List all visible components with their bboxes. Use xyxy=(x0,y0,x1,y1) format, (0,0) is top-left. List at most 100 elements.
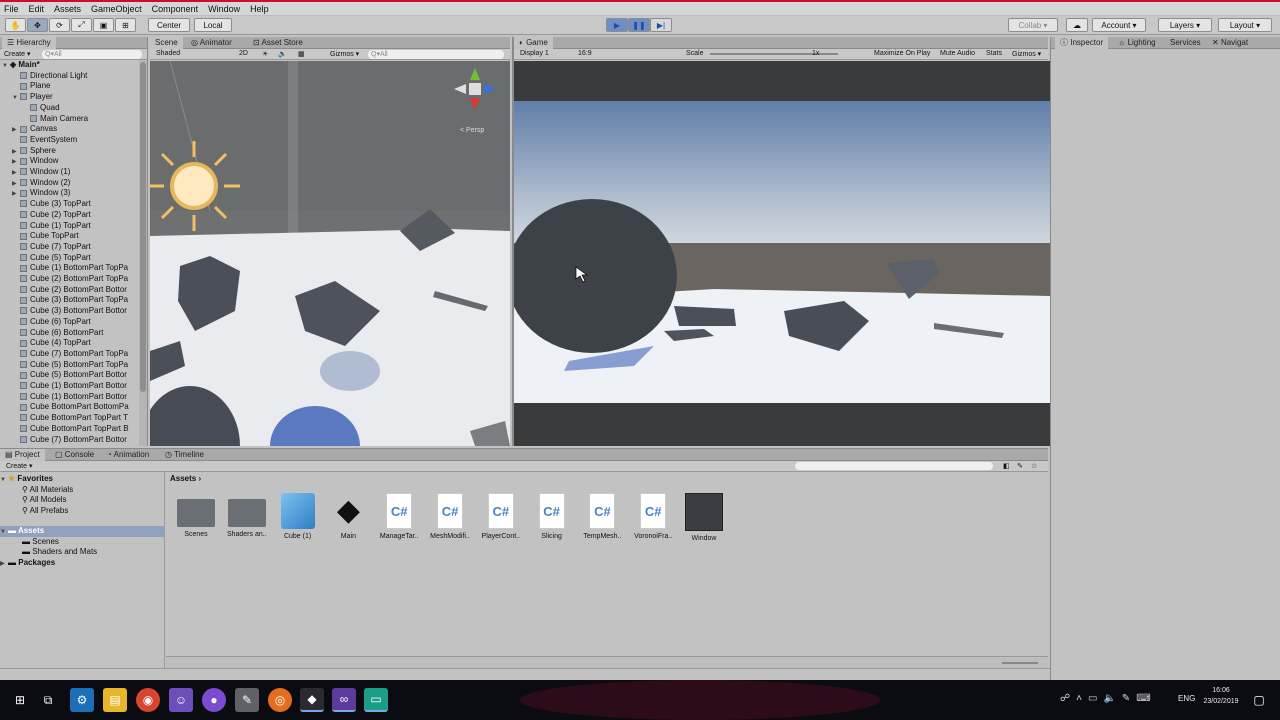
asset-item-unity[interactable]: ◆ Main xyxy=(324,493,372,540)
hierarchy-item[interactable]: Cube TopPart xyxy=(12,231,140,242)
taskbar-app-explorer[interactable]: ▤ xyxy=(103,688,127,712)
scene-viewport[interactable]: < Persp xyxy=(150,61,510,446)
menu-help[interactable]: Help xyxy=(250,4,269,14)
taskbar-app-media[interactable]: ● xyxy=(202,688,226,712)
hierarchy-item[interactable]: Cube (5) BottomPart Bottor xyxy=(12,370,140,381)
asset-item-cube[interactable]: Cube (1) xyxy=(274,493,322,540)
maximize-on-play-toggle[interactable]: Maximize On Play xyxy=(874,50,930,57)
task-view-button[interactable]: ⧉ xyxy=(36,688,60,712)
game-viewport[interactable] xyxy=(514,61,1050,446)
chevron-up-icon[interactable]: ˄ xyxy=(1076,693,1088,704)
hierarchy-item[interactable]: Cube (5) TopPart xyxy=(12,253,140,264)
menu-gameobject[interactable]: GameObject xyxy=(91,4,142,14)
hierarchy-item[interactable]: Cube (6) TopPart xyxy=(12,317,140,328)
asset-item-cs[interactable]: C# MeshModifi.. xyxy=(426,493,474,540)
tab-inspector[interactable]: ⓘ Inspector xyxy=(1055,37,1109,49)
volume-icon[interactable]: 🔈 xyxy=(1103,693,1121,704)
taskbar-app-notes[interactable]: ✎ xyxy=(235,688,259,712)
hierarchy-item[interactable]: ▶ Window (2) xyxy=(12,178,140,189)
hierarchy-item[interactable]: Cube (1) BottomPart Bottor xyxy=(12,381,140,392)
asset-item-cs[interactable]: C# ManageTar.. xyxy=(375,493,423,540)
hierarchy-item[interactable]: ▶ Window (3) xyxy=(12,188,140,199)
taskbar-app-unity[interactable]: ◆ xyxy=(300,688,324,712)
hierarchy-item[interactable]: Cube (2) TopPart xyxy=(12,210,140,221)
hierarchy-item[interactable]: Quad xyxy=(22,103,140,114)
people-icon[interactable]: ☍ xyxy=(1060,693,1076,704)
hierarchy-item[interactable]: Cube (6) BottomPart xyxy=(12,328,140,339)
taskbar-app-origin[interactable]: ◎ xyxy=(268,688,292,712)
tab-lighting[interactable]: ☼ Lighting xyxy=(1113,37,1161,49)
hierarchy-item[interactable]: Main Camera xyxy=(22,114,140,125)
hierarchy-item[interactable]: Cube (1) BottomPart TopPa xyxy=(12,263,140,274)
layout-dropdown[interactable]: Layout ▾ xyxy=(1218,18,1272,32)
hierarchy-search-input[interactable]: Q▾All xyxy=(42,50,142,59)
tab-navigation[interactable]: ✕ Navigat xyxy=(1207,37,1253,49)
hierarchy-item[interactable]: Plane xyxy=(12,81,140,92)
aspect-dropdown[interactable]: 16:9 xyxy=(578,50,592,57)
move-tool-button[interactable]: ✥ xyxy=(27,18,48,32)
hierarchy-item[interactable]: Cube (1) TopPart xyxy=(12,221,140,232)
tab-services[interactable]: Services xyxy=(1165,37,1206,49)
menu-file[interactable]: File xyxy=(4,4,19,14)
menu-assets[interactable]: Assets xyxy=(54,4,81,14)
hierarchy-item[interactable]: ▶ Window xyxy=(12,156,140,167)
hierarchy-item[interactable]: ▶ Canvas xyxy=(12,124,140,135)
hierarchy-item[interactable]: ▶ Window (1) xyxy=(12,167,140,178)
shading-mode-dropdown[interactable]: Shaded xyxy=(156,50,180,57)
hierarchy-create-button[interactable]: Create ▾ xyxy=(4,50,30,58)
hand-tool-button[interactable]: ✋ xyxy=(5,18,26,32)
audio-toggle-icon[interactable]: 🔈 xyxy=(278,50,287,58)
hierarchy-item[interactable]: Cube (2) BottomPart TopPa xyxy=(12,274,140,285)
menu-window[interactable]: Window xyxy=(208,4,240,14)
cloud-button[interactable]: ☁ xyxy=(1066,18,1088,32)
fav-all-prefabs[interactable]: ⚲ All Prefabs xyxy=(22,506,157,517)
packages-folder-item[interactable]: ▶ ▬ Packages xyxy=(0,558,135,569)
taskbar-app-chrome[interactable]: ◉ xyxy=(136,688,160,712)
stats-toggle[interactable]: Stats xyxy=(986,50,1002,57)
pen-icon[interactable]: ✎ xyxy=(1122,693,1136,704)
hierarchy-item[interactable]: Cube BottomPart TopPart B xyxy=(12,424,140,435)
folder-shaders[interactable]: ▬ Shaders and Mats xyxy=(22,547,157,558)
tab-animator[interactable]: ◎ Animator xyxy=(186,37,237,49)
scene-search-input[interactable]: Q▾All xyxy=(368,50,504,59)
notifications-button[interactable]: ▢ xyxy=(1250,688,1268,712)
hierarchy-item[interactable]: Directional Light xyxy=(12,71,140,82)
pivot-local-button[interactable]: Local xyxy=(194,18,232,32)
hierarchy-item[interactable]: Cube (3) BottomPart TopPa xyxy=(12,295,140,306)
asset-item-cs[interactable]: C# PlayerCont.. xyxy=(477,493,525,540)
transform-tool-button[interactable]: ⊞ xyxy=(115,18,136,32)
hierarchy-item[interactable]: Cube BottomPart TopPart T xyxy=(12,413,140,424)
breadcrumb-assets[interactable]: Assets xyxy=(170,474,196,483)
keyboard-icon[interactable]: ⌨ xyxy=(1136,693,1156,704)
expand-arrow-icon[interactable]: ▶ xyxy=(12,168,20,178)
hierarchy-item[interactable]: Cube BottomPart BottomPa xyxy=(12,402,140,413)
hierarchy-item[interactable]: EventSystem xyxy=(12,135,140,146)
scene-root-item[interactable]: ▼ ◈ Main* xyxy=(2,60,137,71)
hierarchy-scrollbar[interactable] xyxy=(139,60,147,446)
tab-hierarchy[interactable]: ☰ Hierarchy xyxy=(2,37,56,49)
tab-asset-store[interactable]: ⊡ Asset Store xyxy=(248,37,308,49)
filter-type-icon[interactable]: ◧ xyxy=(1003,462,1010,470)
scale-tool-button[interactable]: ⤢ xyxy=(71,18,92,32)
expand-arrow-icon[interactable]: ▶ xyxy=(12,125,20,135)
scene-orientation-gizmo[interactable]: < Persp xyxy=(448,66,506,136)
expand-arrow-icon[interactable]: ▶ xyxy=(12,179,20,189)
taskbar-app-visual-studio[interactable]: ∞ xyxy=(332,688,356,712)
step-button[interactable]: ▶| xyxy=(650,18,672,32)
hierarchy-item[interactable]: Cube (5) BottomPart TopPa xyxy=(12,360,140,371)
scene-gizmos-dropdown[interactable]: Gizmos ▾ xyxy=(330,50,359,58)
display-dropdown[interactable]: Display 1 xyxy=(520,50,549,57)
account-dropdown[interactable]: Account ▾ xyxy=(1092,18,1146,32)
expand-arrow-icon[interactable]: ▶ xyxy=(12,157,20,167)
filter-label-icon[interactable]: ✎ xyxy=(1017,462,1023,470)
tab-timeline[interactable]: ◷ Timeline xyxy=(160,449,209,461)
taskbar-app-steam[interactable]: ⚙ xyxy=(70,688,94,712)
hierarchy-item[interactable]: Cube (3) BottomPart Bottor xyxy=(12,306,140,317)
clock[interactable]: 16:06 23/02/2019 xyxy=(1200,685,1242,707)
project-create-button[interactable]: Create ▾ xyxy=(6,462,32,470)
hierarchy-item[interactable]: Cube (7) BottomPart Bottor xyxy=(12,435,140,446)
language-indicator[interactable]: ENG xyxy=(1178,694,1195,703)
hierarchy-item[interactable]: Cube (7) BottomPart TopPa xyxy=(12,349,140,360)
tab-animation[interactable]: ◔ Animation xyxy=(102,449,154,461)
menu-component[interactable]: Component xyxy=(152,4,199,14)
